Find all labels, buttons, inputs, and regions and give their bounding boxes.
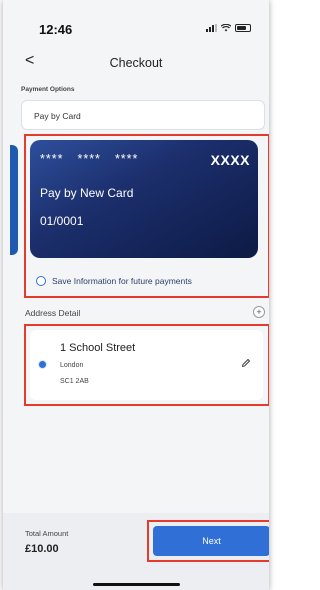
- checkout-footer: Total Amount £10.00 Next: [3, 513, 269, 590]
- wifi-icon: [221, 24, 231, 32]
- next-button[interactable]: Next: [153, 526, 269, 556]
- payment-option-select[interactable]: Pay by Card: [21, 100, 265, 130]
- card-number-group-2: ****: [77, 152, 101, 166]
- card-name: Pay by New Card: [40, 186, 134, 200]
- status-time: 12:46: [39, 22, 73, 37]
- total-amount-value: £10.00: [25, 543, 59, 555]
- nav-bar: < Checkout: [3, 46, 269, 80]
- card-expiry: 01/0001: [40, 214, 84, 228]
- page-title: Checkout: [109, 56, 163, 70]
- address-selected-radio[interactable]: [38, 360, 47, 369]
- card-number-group-1: ****: [40, 152, 64, 166]
- save-info-radio[interactable]: [36, 276, 46, 286]
- save-info-label: Save Information for future payments: [52, 276, 192, 286]
- status-icons: [206, 24, 251, 32]
- total-amount-label: Total Amount: [25, 529, 69, 538]
- payment-options-label: Payment Options: [21, 86, 75, 93]
- edit-pencil-icon[interactable]: [241, 358, 251, 368]
- signal-icon: [206, 24, 217, 32]
- card-number: **** **** **** XXXX: [40, 152, 250, 168]
- address-city: London: [60, 362, 84, 369]
- battery-icon: [235, 24, 251, 32]
- home-indicator: [93, 583, 180, 586]
- save-info-option[interactable]: Save Information for future payments: [36, 276, 192, 286]
- add-address-button[interactable]: +: [253, 306, 265, 318]
- phone-screen: 12:46 < Checkout Payment Options Pay by …: [3, 0, 269, 590]
- address-line-1: 1 School Street: [60, 342, 136, 354]
- previous-card-peek[interactable]: [10, 145, 18, 255]
- payment-card[interactable]: **** **** **** XXXX Pay by New Card 01/0…: [30, 140, 258, 258]
- card-number-last: XXXX: [210, 152, 250, 168]
- address-card[interactable]: 1 School Street London SC1 2AB: [30, 330, 263, 400]
- address-detail-heading: Address Detail: [25, 308, 81, 318]
- address-postcode: SC1 2AB: [60, 378, 89, 385]
- card-number-group-3: ****: [114, 152, 139, 166]
- status-bar: 12:46: [3, 0, 269, 46]
